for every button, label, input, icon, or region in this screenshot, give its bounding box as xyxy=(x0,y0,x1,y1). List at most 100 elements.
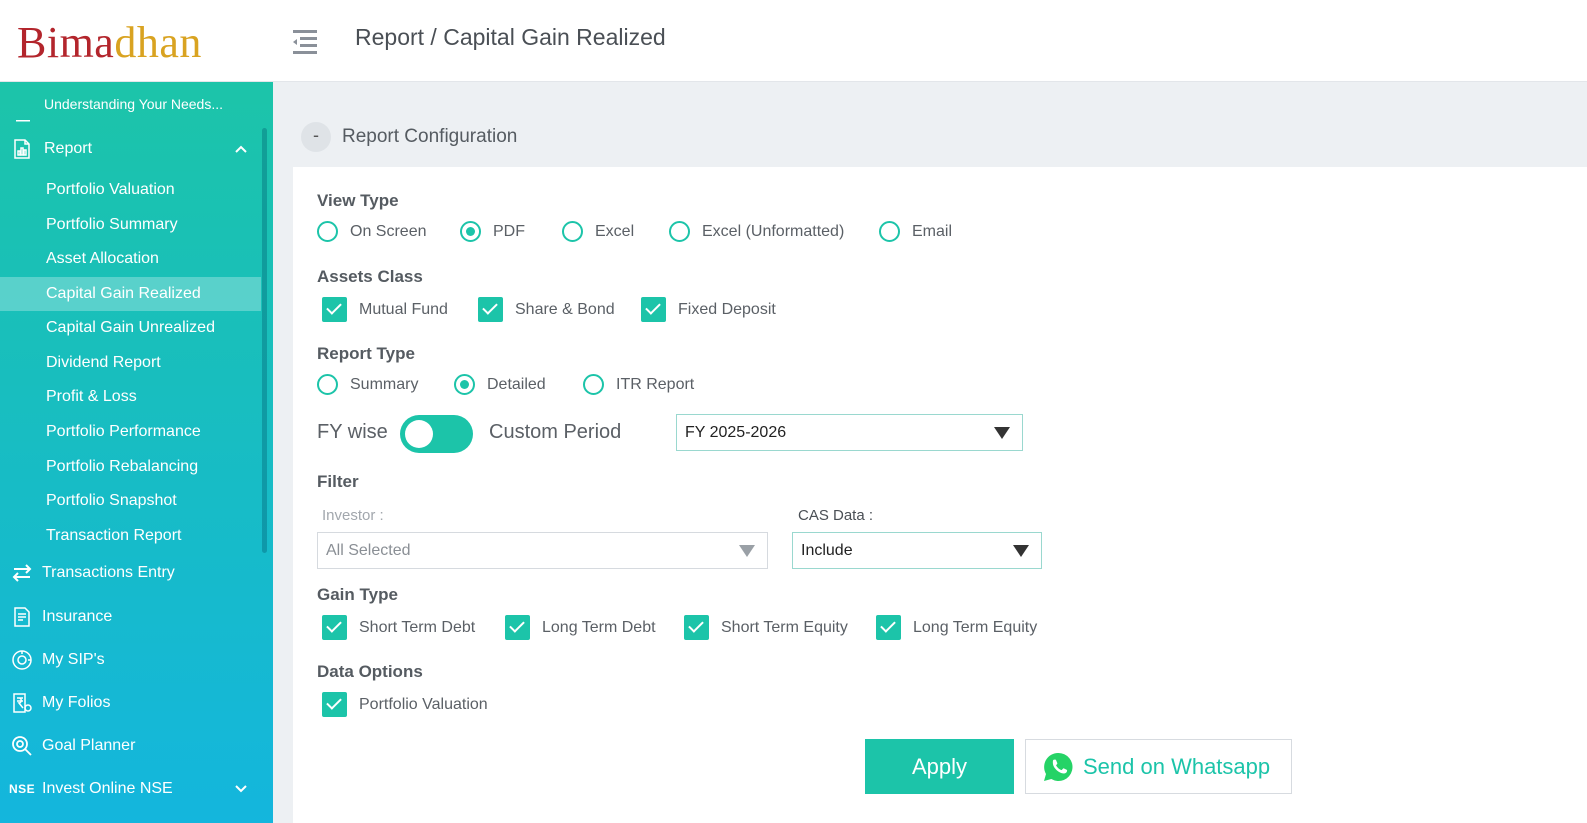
radio-circle[interactable] xyxy=(583,374,604,395)
gain-type-title: Gain Type xyxy=(317,585,398,604)
sidebar-item-understanding-needs[interactable]: Understanding Your Needs... xyxy=(0,92,261,122)
sidebar-item-my-folios[interactable]: My Folios xyxy=(0,691,261,715)
sidebar-scrollbar[interactable] xyxy=(262,128,267,553)
radio-circle-selected[interactable] xyxy=(454,374,475,395)
checkbox-label: Mutual Fund xyxy=(359,300,448,318)
chevron-down-icon[interactable] xyxy=(233,781,249,797)
underline-icon xyxy=(10,100,34,124)
bimadhan-logo[interactable]: Bimadhan xyxy=(17,16,202,70)
checkbox-checked[interactable] xyxy=(876,615,901,640)
view-type-title: View Type xyxy=(317,191,399,210)
sidebar-subitem-portfolio-performance[interactable]: Portfolio Performance xyxy=(0,415,261,449)
checkbox-label: Short Term Debt xyxy=(359,618,476,636)
checkbox-label: Share & Bond xyxy=(515,300,615,318)
nse-badge: NSE xyxy=(9,782,36,796)
investor-label: Investor : xyxy=(322,507,384,524)
insurance-document-icon xyxy=(10,605,34,629)
whatsapp-icon xyxy=(1042,751,1074,783)
cas-data-label: CAS Data : xyxy=(798,507,874,524)
sidebar-item-my-sips[interactable]: My SIP's xyxy=(0,648,261,672)
sidebar-subitem-asset-allocation[interactable]: Asset Allocation xyxy=(0,242,261,276)
checkbox-long-term-debt[interactable]: Long Term Debt xyxy=(505,615,656,640)
radio-excel-unformatted[interactable]: Excel (Unformatted) xyxy=(669,221,844,242)
select-value: Include xyxy=(801,542,853,559)
sidebar-item-invest-online-nse[interactable]: NSE Invest Online NSE xyxy=(0,777,261,801)
apply-button[interactable]: Apply xyxy=(865,739,1014,794)
assets-class-title: Assets Class xyxy=(317,267,423,286)
menu-toggle-icon[interactable] xyxy=(290,27,320,57)
radio-circle[interactable] xyxy=(317,221,338,242)
sidebar-item-label: Understanding Your Needs... xyxy=(44,96,224,112)
sidebar-subitem-profit-loss[interactable]: Profit & Loss xyxy=(0,380,261,414)
whatsapp-button-label: Send on Whatsapp xyxy=(1083,754,1271,779)
radio-excel[interactable]: Excel xyxy=(562,221,634,242)
select-value: All Selected xyxy=(326,542,411,559)
select-value: FY 2025-2026 xyxy=(685,424,787,441)
sidebar-item-goal-planner[interactable]: Goal Planner xyxy=(0,734,261,758)
checkbox-share-bond[interactable]: Share & Bond xyxy=(478,297,615,322)
radio-circle[interactable] xyxy=(317,374,338,395)
sidebar-item-label: My Folios xyxy=(42,694,111,711)
checkbox-short-term-debt[interactable]: Short Term Debt xyxy=(322,615,475,640)
sidebar-item-report[interactable]: Report xyxy=(0,137,261,161)
sidebar-item-insurance[interactable]: Insurance xyxy=(0,605,261,629)
sidebar-item-label: Invest Online NSE xyxy=(42,780,173,797)
radio-on-screen[interactable]: On Screen xyxy=(317,221,426,242)
report-type-title: Report Type xyxy=(317,344,415,363)
dropdown-caret-icon xyxy=(994,427,1010,439)
checkbox-checked[interactable] xyxy=(641,297,666,322)
checkbox-portfolio-valuation[interactable]: Portfolio Valuation xyxy=(322,692,488,717)
radio-label: Summary xyxy=(350,375,419,393)
radio-circle[interactable] xyxy=(669,221,690,242)
cas-data-select[interactable]: Include xyxy=(792,532,1042,569)
dropdown-caret-icon xyxy=(1013,545,1029,557)
dropdown-caret-icon xyxy=(739,545,755,557)
checkbox-label: Long Term Equity xyxy=(913,618,1038,636)
send-whatsapp-button[interactable]: Send on Whatsapp xyxy=(1025,739,1292,794)
radio-pdf[interactable]: PDF xyxy=(460,221,525,242)
collapse-button[interactable]: - xyxy=(301,122,331,152)
checkbox-checked[interactable] xyxy=(684,615,709,640)
checkbox-checked[interactable] xyxy=(322,297,347,322)
investor-select[interactable]: All Selected xyxy=(317,532,768,569)
radio-label: PDF xyxy=(493,222,525,240)
logo-text-bima: Bima xyxy=(17,18,115,67)
sidebar-subitem-dividend-report[interactable]: Dividend Report xyxy=(0,346,261,380)
rupee-folio-icon xyxy=(10,691,34,715)
radio-label: Email xyxy=(912,222,953,240)
checkbox-mutual-fund[interactable]: Mutual Fund xyxy=(322,297,448,322)
chevron-up-icon[interactable] xyxy=(233,141,249,157)
sidebar-subitem-capital-gain-realized[interactable]: Capital Gain Realized xyxy=(0,277,261,311)
top-header: Bimadhan Report / Capital Gain Realized xyxy=(0,0,1587,82)
sidebar-item-transactions-entry[interactable]: Transactions Entry xyxy=(0,561,261,585)
checkbox-checked[interactable] xyxy=(505,615,530,640)
checkbox-fixed-deposit[interactable]: Fixed Deposit xyxy=(641,297,776,322)
sidebar-subitem-capital-gain-unrealized[interactable]: Capital Gain Unrealized xyxy=(0,311,261,345)
checkbox-checked[interactable] xyxy=(478,297,503,322)
checkbox-checked[interactable] xyxy=(322,692,347,717)
sidebar-subitem-transaction-report[interactable]: Transaction Report xyxy=(0,519,261,553)
checkbox-checked[interactable] xyxy=(322,615,347,640)
radio-summary[interactable]: Summary xyxy=(317,374,418,395)
report-configuration-header: - Report Configuration xyxy=(293,107,1587,167)
checkbox-label: Fixed Deposit xyxy=(678,300,776,318)
report-configuration-title: Report Configuration xyxy=(342,126,518,147)
radio-label: ITR Report xyxy=(616,375,695,393)
checkbox-short-term-equity[interactable]: Short Term Equity xyxy=(684,615,848,640)
radio-circle[interactable] xyxy=(879,221,900,242)
period-toggle-switch[interactable] xyxy=(400,415,473,453)
radio-email[interactable]: Email xyxy=(879,221,952,242)
radio-circle[interactable] xyxy=(562,221,583,242)
checkbox-long-term-equity[interactable]: Long Term Equity xyxy=(876,615,1037,640)
sidebar-subitem-portfolio-valuation[interactable]: Portfolio Valuation xyxy=(0,173,261,207)
fy-year-select[interactable]: FY 2025-2026 xyxy=(676,414,1023,451)
radio-detailed[interactable]: Detailed xyxy=(454,374,546,395)
sidebar-subitem-portfolio-rebalancing[interactable]: Portfolio Rebalancing xyxy=(0,450,261,484)
radio-circle-selected[interactable] xyxy=(460,221,481,242)
goal-target-icon xyxy=(10,734,34,758)
checkbox-label: Portfolio Valuation xyxy=(359,695,488,713)
sidebar-subitem-portfolio-snapshot[interactable]: Portfolio Snapshot xyxy=(0,484,261,518)
sidebar-subitem-portfolio-summary[interactable]: Portfolio Summary xyxy=(0,208,261,242)
radio-label: Excel (Unformatted) xyxy=(702,222,845,240)
radio-itr-report[interactable]: ITR Report xyxy=(583,374,694,395)
